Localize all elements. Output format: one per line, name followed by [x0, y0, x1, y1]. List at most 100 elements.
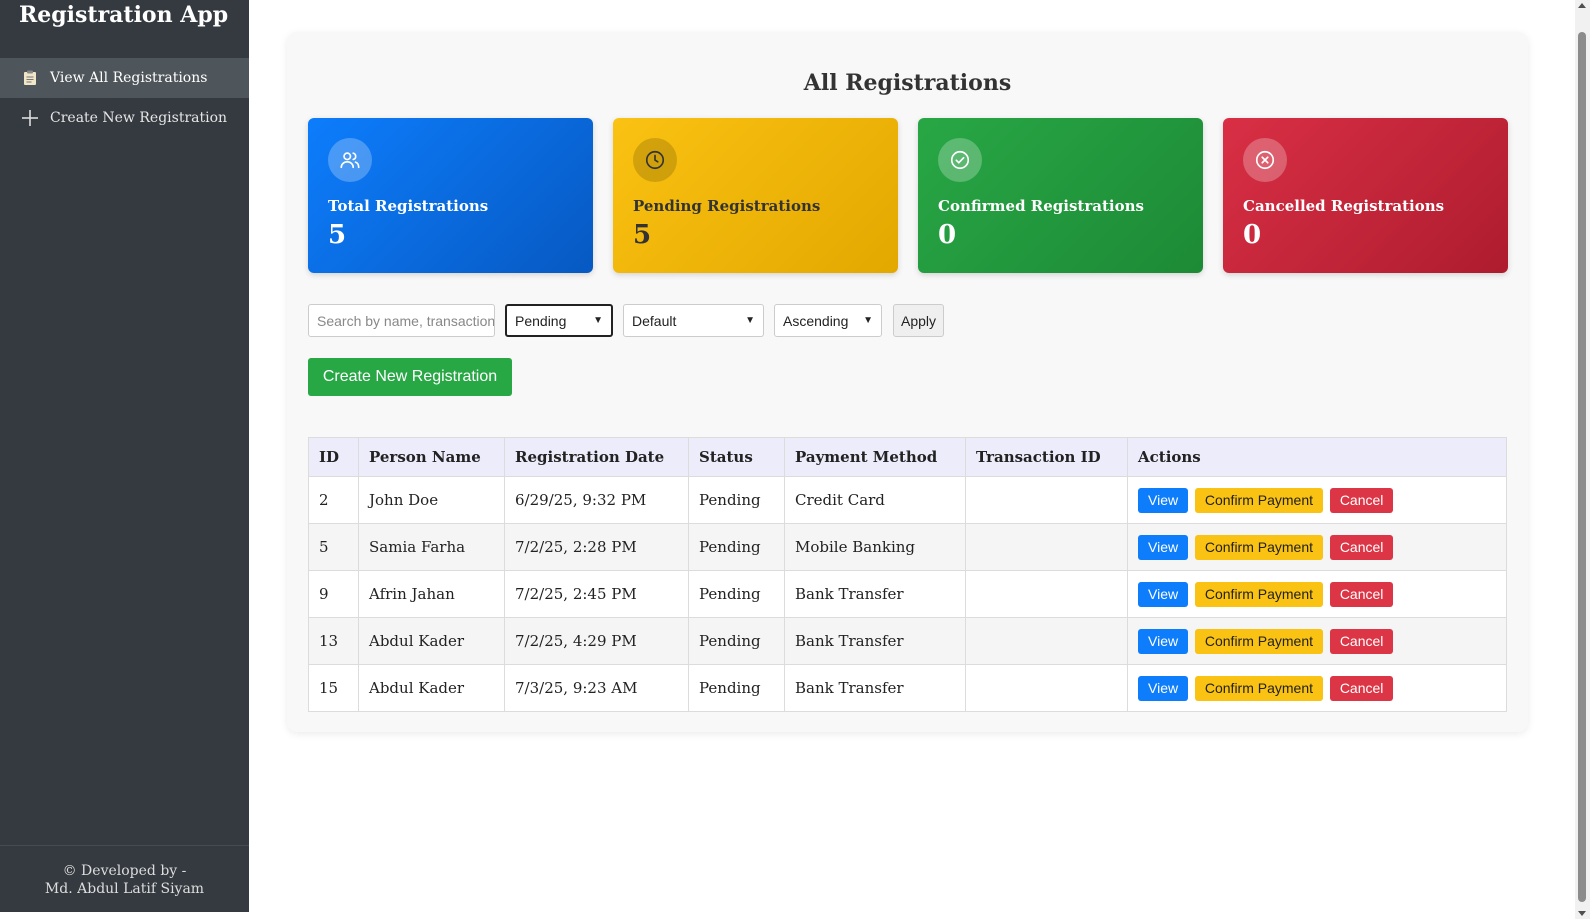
- cell-id: 13: [308, 617, 359, 665]
- sort-order-select[interactable]: Ascending ▼: [774, 304, 882, 337]
- scrollbar-thumb[interactable]: [1578, 32, 1586, 902]
- sidebar-footer: © Developed by - Md. Abdul Latif Siyam: [0, 845, 249, 912]
- table-row: 9 Afrin Jahan 7/2/25, 2:45 PM Pending Ba…: [308, 570, 1507, 618]
- cell-actions: View Confirm Payment Cancel: [1127, 523, 1507, 571]
- cancel-button[interactable]: Cancel: [1329, 628, 1394, 654]
- x-circle-icon: [1243, 138, 1287, 182]
- check-circle-icon: [938, 138, 982, 182]
- cell-actions: View Confirm Payment Cancel: [1127, 476, 1507, 524]
- cell-transaction: [965, 617, 1128, 665]
- main-panel: All Registrations Total Registrations 5 …: [287, 32, 1528, 732]
- view-button[interactable]: View: [1138, 675, 1189, 701]
- view-button[interactable]: View: [1138, 581, 1189, 607]
- cell-transaction: [965, 570, 1128, 618]
- stat-card-cancelled: Cancelled Registrations 0: [1223, 118, 1508, 273]
- table-row: 2 John Doe 6/29/25, 9:32 PM Pending Cred…: [308, 476, 1507, 524]
- cell-actions: View Confirm Payment Cancel: [1127, 617, 1507, 665]
- sidebar-item-create-new[interactable]: Create New Registration: [0, 98, 249, 138]
- scroll-up-arrow-icon[interactable]: [1578, 3, 1586, 8]
- footer-author: Md. Abdul Latif Siyam: [44, 881, 205, 897]
- column-header: Person Name: [358, 437, 505, 477]
- cell-name: Samia Farha: [358, 523, 505, 571]
- table-row: 5 Samia Farha 7/2/25, 2:28 PM Pending Mo…: [308, 523, 1507, 571]
- column-header: Registration Date: [504, 437, 689, 477]
- stat-label: Confirmed Registrations: [938, 197, 1144, 215]
- chevron-down-icon: ▼: [593, 315, 603, 326]
- cell-status: Pending: [688, 570, 785, 618]
- cancel-button[interactable]: Cancel: [1329, 487, 1394, 513]
- sort-field-value: Default: [632, 312, 677, 329]
- cell-name: Abdul Kader: [358, 664, 505, 712]
- sidebar-item-label: View All Registrations: [50, 70, 208, 86]
- cell-actions: View Confirm Payment Cancel: [1127, 570, 1507, 618]
- status-filter-select[interactable]: Pending ▼: [505, 304, 613, 337]
- cell-status: Pending: [688, 476, 785, 524]
- confirm-payment-button[interactable]: Confirm Payment: [1194, 487, 1324, 513]
- apply-button[interactable]: Apply: [893, 304, 944, 337]
- cell-id: 15: [308, 664, 359, 712]
- cell-transaction: [965, 523, 1128, 571]
- registrations-table: ID Person Name Registration Date Status …: [308, 437, 1507, 712]
- sort-order-value: Ascending: [783, 312, 849, 329]
- cell-method: Bank Transfer: [784, 664, 966, 712]
- page-title: All Registrations: [803, 70, 1012, 96]
- column-header: Actions: [1127, 437, 1507, 477]
- view-button[interactable]: View: [1138, 534, 1189, 560]
- sidebar-item-label: Create New Registration: [50, 110, 228, 126]
- cancel-button[interactable]: Cancel: [1329, 675, 1394, 701]
- cell-transaction: [965, 476, 1128, 524]
- search-input[interactable]: Search by name, transaction: [308, 304, 495, 337]
- view-button[interactable]: View: [1138, 628, 1189, 654]
- confirm-payment-button[interactable]: Confirm Payment: [1194, 675, 1324, 701]
- clock-icon: [633, 138, 677, 182]
- confirm-payment-button[interactable]: Confirm Payment: [1194, 628, 1324, 654]
- chevron-down-icon: ▼: [745, 315, 755, 326]
- chevron-down-icon: ▼: [863, 315, 873, 326]
- stat-card-total: Total Registrations 5: [308, 118, 593, 273]
- cell-method: Credit Card: [784, 476, 966, 524]
- stat-value: 5: [328, 220, 347, 250]
- table-row: 15 Abdul Kader 7/3/25, 9:23 AM Pending B…: [308, 664, 1507, 712]
- users-icon: [328, 138, 372, 182]
- confirm-payment-button[interactable]: Confirm Payment: [1194, 534, 1324, 560]
- cell-method: Mobile Banking: [784, 523, 966, 571]
- cell-status: Pending: [688, 523, 785, 571]
- table-row: 13 Abdul Kader 7/2/25, 4:29 PM Pending B…: [308, 617, 1507, 665]
- sidebar-item-view-all[interactable]: View All Registrations: [0, 58, 249, 98]
- column-header: Payment Method: [784, 437, 966, 477]
- cell-id: 2: [308, 476, 359, 524]
- stat-label: Total Registrations: [328, 197, 489, 215]
- confirm-payment-button[interactable]: Confirm Payment: [1194, 581, 1324, 607]
- cell-id: 5: [308, 523, 359, 571]
- table-header-row: ID Person Name Registration Date Status …: [308, 437, 1507, 477]
- cell-status: Pending: [688, 617, 785, 665]
- footer-credit: © Developed by -: [62, 863, 187, 879]
- sort-field-select[interactable]: Default ▼: [623, 304, 764, 337]
- stat-label: Cancelled Registrations: [1243, 197, 1445, 215]
- cell-method: Bank Transfer: [784, 617, 966, 665]
- sidebar: Registration App View All Registrations …: [0, 0, 249, 912]
- vertical-scrollbar[interactable]: [1575, 0, 1590, 919]
- cell-id: 9: [308, 570, 359, 618]
- stat-card-pending: Pending Registrations 5: [613, 118, 898, 273]
- cell-date: 6/29/25, 9:32 PM: [504, 476, 689, 524]
- cell-transaction: [965, 664, 1128, 712]
- cancel-button[interactable]: Cancel: [1329, 534, 1394, 560]
- stat-value: 5: [633, 220, 652, 250]
- cell-actions: View Confirm Payment Cancel: [1127, 664, 1507, 712]
- cell-method: Bank Transfer: [784, 570, 966, 618]
- create-registration-button[interactable]: Create New Registration: [308, 358, 512, 396]
- cell-name: Afrin Jahan: [358, 570, 505, 618]
- view-button[interactable]: View: [1138, 487, 1189, 513]
- cell-date: 7/3/25, 9:23 AM: [504, 664, 689, 712]
- cancel-button[interactable]: Cancel: [1329, 581, 1394, 607]
- column-header: ID: [308, 437, 359, 477]
- cell-name: Abdul Kader: [358, 617, 505, 665]
- status-filter-value: Pending: [515, 312, 567, 329]
- stat-value: 0: [938, 220, 957, 250]
- cell-date: 7/2/25, 2:45 PM: [504, 570, 689, 618]
- clipboard-icon: [20, 70, 40, 86]
- cell-name: John Doe: [358, 476, 505, 524]
- scroll-down-arrow-icon[interactable]: [1578, 911, 1586, 916]
- stat-label: Pending Registrations: [633, 197, 821, 215]
